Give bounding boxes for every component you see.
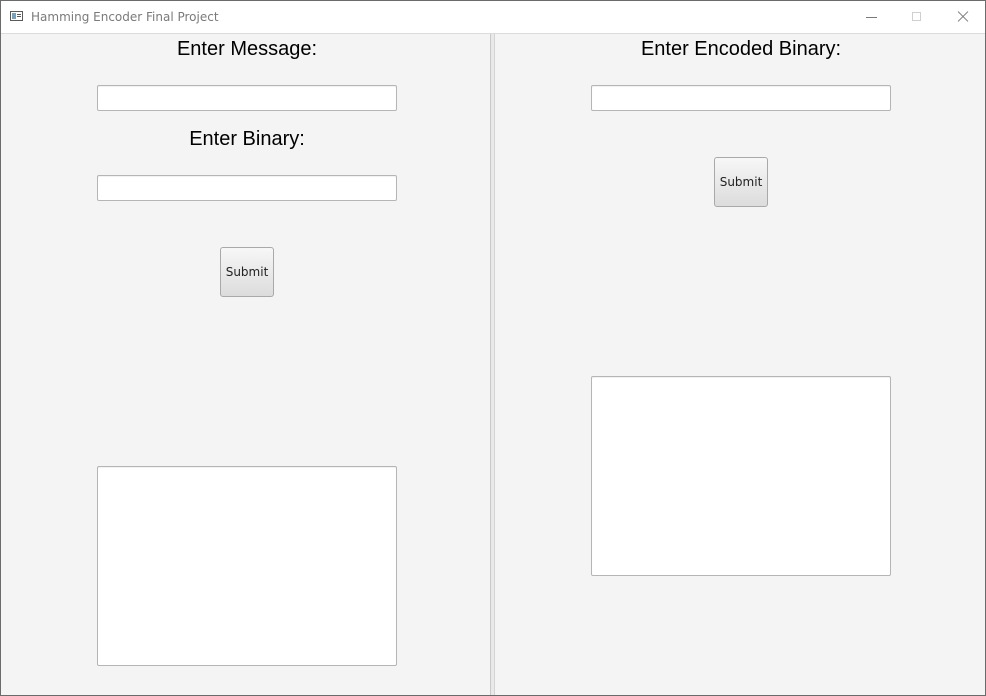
encoded-binary-label: Enter Encoded Binary: (640, 38, 842, 60)
message-input[interactable] (97, 85, 397, 111)
maximize-button[interactable] (895, 1, 941, 33)
message-label: Enter Message: (176, 38, 318, 60)
binary-input[interactable] (97, 175, 397, 201)
binary-label: Enter Binary: (189, 128, 305, 150)
split-pane: Enter Message: Enter Binary: Submit Ente… (1, 34, 985, 695)
app-window: Hamming Encoder Final Project Enter Mess… (0, 0, 986, 696)
encode-submit-button[interactable]: Submit (220, 247, 274, 297)
decode-output-area[interactable] (591, 376, 891, 576)
decode-submit-button[interactable]: Submit (714, 157, 768, 207)
app-window-icon (10, 11, 23, 21)
encode-output-area[interactable] (97, 466, 397, 666)
window-title: Hamming Encoder Final Project (31, 10, 219, 24)
title-bar[interactable]: Hamming Encoder Final Project (1, 1, 985, 34)
close-button[interactable] (939, 1, 985, 33)
encoded-binary-input[interactable] (591, 85, 891, 111)
split-divider[interactable] (490, 34, 495, 695)
minimize-button[interactable] (849, 1, 895, 33)
